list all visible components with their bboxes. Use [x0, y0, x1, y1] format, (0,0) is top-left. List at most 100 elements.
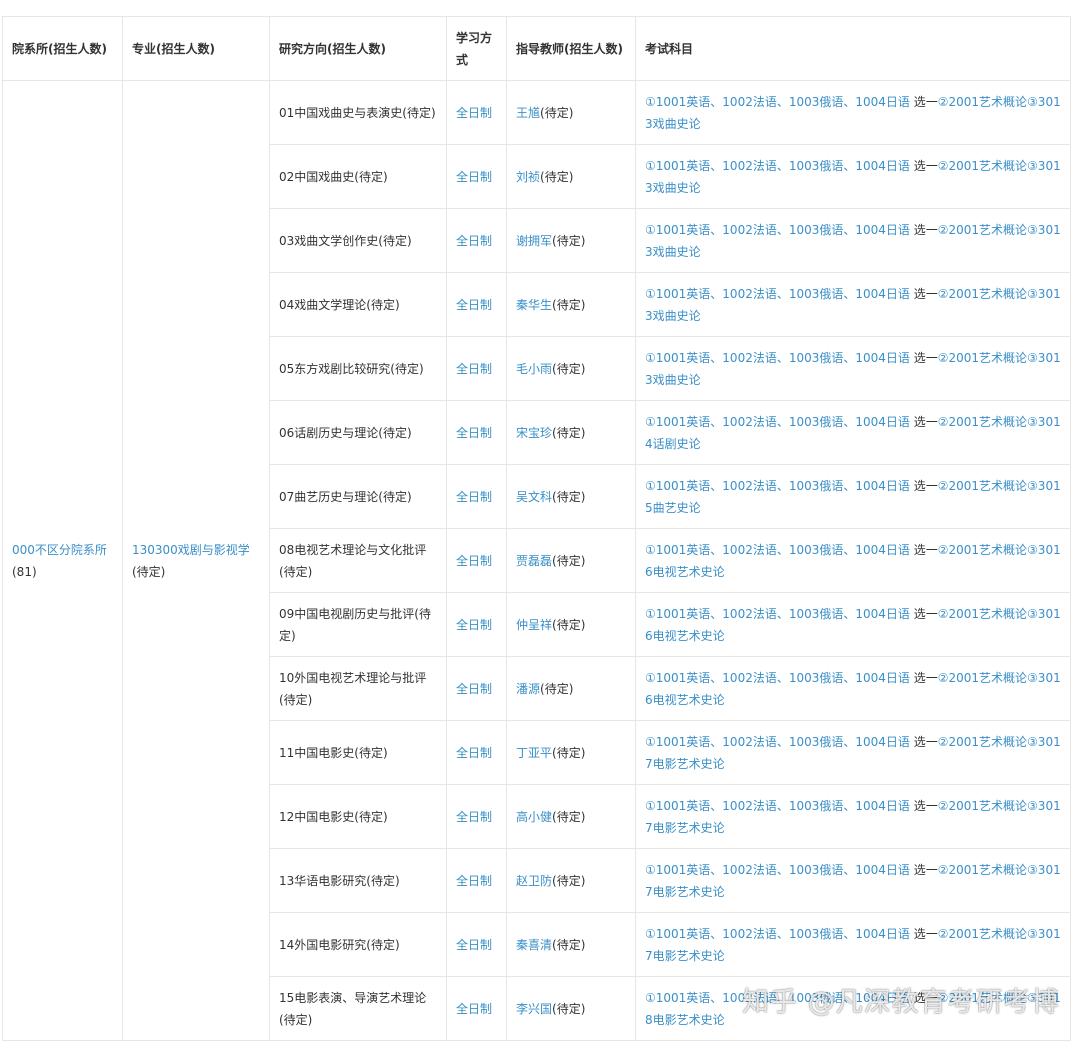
tutor-link[interactable]: 秦华生 — [516, 298, 552, 312]
direction-cell: 08电视艺术理论与文化批评(待定) — [269, 528, 447, 593]
tutor-link[interactable]: 吴文科 — [516, 490, 552, 504]
tutor-link[interactable]: 秦喜清 — [516, 938, 552, 952]
direction-text: 06话剧历史与理论(待定) — [279, 425, 412, 440]
mode-link[interactable]: 全日制 — [456, 426, 492, 440]
exam-choose-text: 选一 — [909, 222, 938, 237]
header-dept: 院系所(招生人数) — [2, 16, 123, 81]
direction-text: 12中国电影史(待定) — [279, 809, 388, 824]
exam-subjects-link[interactable]: ①1001英语、1002法语、1003俄语、1004日语 — [645, 287, 910, 301]
mode-link[interactable]: 全日制 — [456, 298, 492, 312]
mode-link[interactable]: 全日制 — [456, 490, 492, 504]
tutor-cell: 赵卫防(待定) — [506, 848, 636, 913]
tutor-link[interactable]: 仲呈祥 — [516, 618, 552, 632]
mode-link[interactable]: 全日制 — [456, 106, 492, 120]
direction-cell: 04戏曲文学理论(待定) — [269, 272, 447, 337]
exam-subjects-link[interactable]: ①1001英语、1002法语、1003俄语、1004日语 — [645, 863, 910, 877]
tutor-link[interactable]: 宋宝珍 — [516, 426, 552, 440]
mode-cell: 全日制 — [446, 848, 507, 913]
direction-text: 08电视艺术理论与文化批评(待定) — [279, 542, 427, 579]
direction-text: 13华语电影研究(待定) — [279, 873, 400, 888]
tutor-count: (待定) — [552, 425, 586, 440]
dept-link[interactable]: 000不区分院系所 — [12, 543, 107, 557]
tutor-count: (待定) — [552, 1001, 586, 1016]
mode-link[interactable]: 全日制 — [456, 618, 492, 632]
exam-subjects-link[interactable]: ①1001英语、1002法语、1003俄语、1004日语 — [645, 351, 910, 365]
exam-subjects-link[interactable]: ①1001英语、1002法语、1003俄语、1004日语 — [645, 927, 910, 941]
exam-choose-text: 选一 — [909, 926, 938, 941]
exam-subjects-link[interactable]: ①1001英语、1002法语、1003俄语、1004日语 — [645, 543, 910, 557]
exam-choose-text: 选一 — [909, 734, 938, 749]
exam-subjects-link[interactable]: ①1001英语、1002法语、1003俄语、1004日语 — [645, 159, 910, 173]
mode-link[interactable]: 全日制 — [456, 746, 492, 760]
tutor-link[interactable]: 李兴国 — [516, 1002, 552, 1016]
mode-cell: 全日制 — [446, 208, 507, 273]
tutor-count: (待定) — [540, 681, 574, 696]
direction-text: 05东方戏剧比较研究(待定) — [279, 361, 424, 376]
mode-cell: 全日制 — [446, 592, 507, 657]
mode-link[interactable]: 全日制 — [456, 682, 492, 696]
direction-text: 01中国戏曲史与表演史(待定) — [279, 105, 436, 120]
mode-cell: 全日制 — [446, 720, 507, 785]
watermark: 知乎 @凡深教育考研考博 — [742, 987, 1060, 1018]
tutor-cell: 仲呈祥(待定) — [506, 592, 636, 657]
exam-subjects-link[interactable]: ①1001英语、1002法语、1003俄语、1004日语 — [645, 95, 910, 109]
mode-link[interactable]: 全日制 — [456, 170, 492, 184]
tutor-link[interactable]: 贾磊磊 — [516, 554, 552, 568]
direction-cell: 02中国戏曲史(待定) — [269, 144, 447, 209]
mode-cell: 全日制 — [446, 400, 507, 465]
direction-cell: 10外国电视艺术理论与批评(待定) — [269, 656, 447, 721]
mode-link[interactable]: 全日制 — [456, 874, 492, 888]
mode-cell: 全日制 — [446, 912, 507, 977]
table-header-row: 院系所(招生人数) 专业(招生人数) 研究方向(招生人数) 学习方式 指导教师(… — [2, 16, 1071, 81]
mode-link[interactable]: 全日制 — [456, 1002, 492, 1016]
mode-link[interactable]: 全日制 — [456, 810, 492, 824]
tutor-link[interactable]: 潘源 — [516, 682, 540, 696]
exam-cell: ①1001英语、1002法语、1003俄语、1004日语 选一②2001艺术概论… — [635, 272, 1071, 337]
direction-text: 02中国戏曲史(待定) — [279, 169, 388, 184]
direction-cell: 12中国电影史(待定) — [269, 784, 447, 849]
direction-cell: 15电影表演、导演艺术理论(待定) — [269, 976, 447, 1041]
tutor-count: (待定) — [552, 617, 586, 632]
mode-cell: 全日制 — [446, 336, 507, 401]
table-row: 000不区分院系所 (81) 130300戏剧与影视学 (待定) 01中国戏曲史… — [2, 80, 1071, 1041]
mode-link[interactable]: 全日制 — [456, 554, 492, 568]
exam-subjects-link[interactable]: ①1001英语、1002法语、1003俄语、1004日语 — [645, 223, 910, 237]
exam-choose-text: 选一 — [909, 798, 938, 813]
exam-cell: ①1001英语、1002法语、1003俄语、1004日语 选一②2001艺术概论… — [635, 208, 1071, 273]
exam-cell: ①1001英语、1002法语、1003俄语、1004日语 选一②2001艺术概论… — [635, 336, 1071, 401]
exam-subjects-link[interactable]: ①1001英语、1002法语、1003俄语、1004日语 — [645, 671, 910, 685]
tutor-link[interactable]: 毛小雨 — [516, 362, 552, 376]
mode-link[interactable]: 全日制 — [456, 938, 492, 952]
tutor-count: (待定) — [552, 489, 586, 504]
tutor-link[interactable]: 王馗 — [516, 106, 540, 120]
tutor-link[interactable]: 谢拥军 — [516, 234, 552, 248]
exam-choose-text: 选一 — [909, 286, 938, 301]
exam-subjects-link[interactable]: ①1001英语、1002法语、1003俄语、1004日语 — [645, 607, 910, 621]
exam-cell: ①1001英语、1002法语、1003俄语、1004日语 选一②2001艺术概论… — [635, 784, 1071, 849]
mode-link[interactable]: 全日制 — [456, 234, 492, 248]
exam-cell: ①1001英语、1002法语、1003俄语、1004日语 选一②2001艺术概论… — [635, 848, 1071, 913]
tutor-link[interactable]: 高小健 — [516, 810, 552, 824]
exam-subjects-link[interactable]: ①1001英语、1002法语、1003俄语、1004日语 — [645, 799, 910, 813]
exam-choose-text: 选一 — [909, 414, 938, 429]
mode-cell: 全日制 — [446, 272, 507, 337]
direction-cell: 09中国电视剧历史与批评(待定) — [269, 592, 447, 657]
exam-choose-text: 选一 — [909, 478, 938, 493]
header-mode: 学习方式 — [446, 16, 507, 81]
exam-choose-text: 选一 — [909, 862, 938, 877]
exam-subjects-link[interactable]: ①1001英语、1002法语、1003俄语、1004日语 — [645, 479, 910, 493]
major-link[interactable]: 130300戏剧与影视学 — [132, 543, 250, 557]
direction-cell: 14外国电影研究(待定) — [269, 912, 447, 977]
mode-link[interactable]: 全日制 — [456, 362, 492, 376]
tutor-link[interactable]: 刘祯 — [516, 170, 540, 184]
tutor-cell: 李兴国(待定) — [506, 976, 636, 1041]
tutor-cell: 潘源(待定) — [506, 656, 636, 721]
mode-cell: 全日制 — [446, 80, 507, 145]
tutor-link[interactable]: 丁亚平 — [516, 746, 552, 760]
exam-subjects-link[interactable]: ①1001英语、1002法语、1003俄语、1004日语 — [645, 735, 910, 749]
mode-cell: 全日制 — [446, 784, 507, 849]
header-exam: 考试科目 — [635, 16, 1071, 81]
direction-text: 03戏曲文学创作史(待定) — [279, 233, 412, 248]
exam-subjects-link[interactable]: ①1001英语、1002法语、1003俄语、1004日语 — [645, 415, 910, 429]
tutor-link[interactable]: 赵卫防 — [516, 874, 552, 888]
